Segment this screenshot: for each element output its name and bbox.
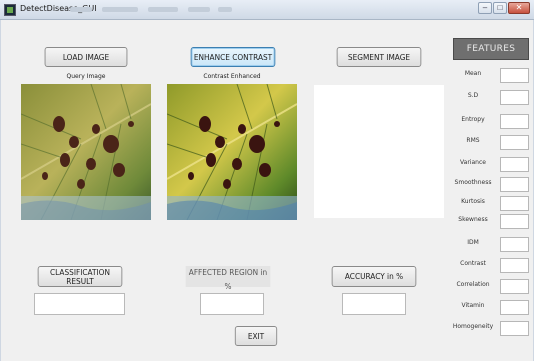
feature-label-sd: S.D — [467, 92, 479, 99]
query-image-caption: Query Image — [66, 73, 106, 80]
feature-label-skewness: Skewness — [458, 216, 488, 223]
feature-label-rms: RMS — [466, 137, 480, 144]
load-image-button[interactable]: LOAD IMAGE — [44, 47, 128, 67]
window-titlebar: DetectDisease_GUI – □ ✕ — [0, 0, 534, 20]
minimize-button[interactable]: – — [478, 2, 492, 14]
feature-field-kurtosis[interactable] — [500, 196, 529, 211]
feature-label-mean: Mean — [464, 70, 482, 77]
contrast-enhanced-caption: Contrast Enhanced — [203, 73, 261, 80]
affected-region-label: AFFECTED REGION in % — [185, 266, 271, 291]
segment-image-axes — [314, 85, 444, 218]
maximize-button[interactable]: □ — [493, 2, 507, 14]
segment-image-button[interactable]: SEGMENT IMAGE — [336, 47, 422, 67]
feature-label-vitamin: Vitamin — [461, 302, 485, 309]
feature-field-entropy[interactable] — [500, 114, 529, 129]
app-icon — [4, 4, 16, 16]
menu-item-help[interactable] — [218, 7, 232, 12]
enhance-contrast-button[interactable]: ENHANCE CONTRAST — [190, 47, 276, 67]
menu-item-insert[interactable] — [70, 7, 92, 12]
feature-label-idm: IDM — [467, 239, 479, 246]
classification-result-button[interactable]: CLASSIFICATION RESULT — [37, 266, 123, 287]
feature-field-sd[interactable] — [500, 90, 529, 105]
menu-item-render[interactable] — [188, 7, 210, 12]
feature-field-smoothness[interactable] — [500, 177, 529, 192]
feature-field-mean[interactable] — [500, 68, 529, 83]
feature-field-variance[interactable] — [500, 157, 529, 172]
feature-label-smoothness: Smoothness — [454, 179, 492, 186]
feature-field-rms[interactable] — [500, 135, 529, 150]
features-title: FEATURES — [453, 38, 529, 60]
close-button[interactable]: ✕ — [508, 2, 530, 14]
menu-item-desktop[interactable] — [148, 7, 178, 12]
feature-field-idm[interactable] — [500, 237, 529, 252]
feature-field-contrast[interactable] — [500, 258, 529, 273]
feature-label-correlation: Correlation — [456, 281, 490, 288]
accuracy-button[interactable]: ACCURACY in % — [331, 266, 417, 287]
feature-field-homogeneity[interactable] — [500, 321, 529, 336]
feature-field-vitamin[interactable] — [500, 300, 529, 315]
affected-region-field[interactable] — [200, 293, 264, 315]
window-controls: – □ ✕ — [478, 2, 530, 14]
feature-field-correlation[interactable] — [500, 279, 529, 294]
query-image — [21, 84, 151, 220]
contrast-enhanced-image — [167, 84, 297, 220]
feature-label-variance: Variance — [460, 159, 486, 166]
feature-label-kurtosis: Kurtosis — [461, 198, 485, 205]
feature-label-contrast: Contrast — [460, 260, 486, 267]
feature-field-skewness[interactable] — [500, 214, 529, 229]
exit-button[interactable]: EXIT — [234, 326, 278, 346]
feature-label-homogeneity: Homogeneity — [452, 323, 494, 330]
classification-result-field[interactable] — [34, 293, 125, 315]
feature-label-entropy: Entropy — [461, 116, 485, 123]
accuracy-field[interactable] — [342, 293, 406, 315]
menu-item-windows[interactable] — [102, 7, 138, 12]
